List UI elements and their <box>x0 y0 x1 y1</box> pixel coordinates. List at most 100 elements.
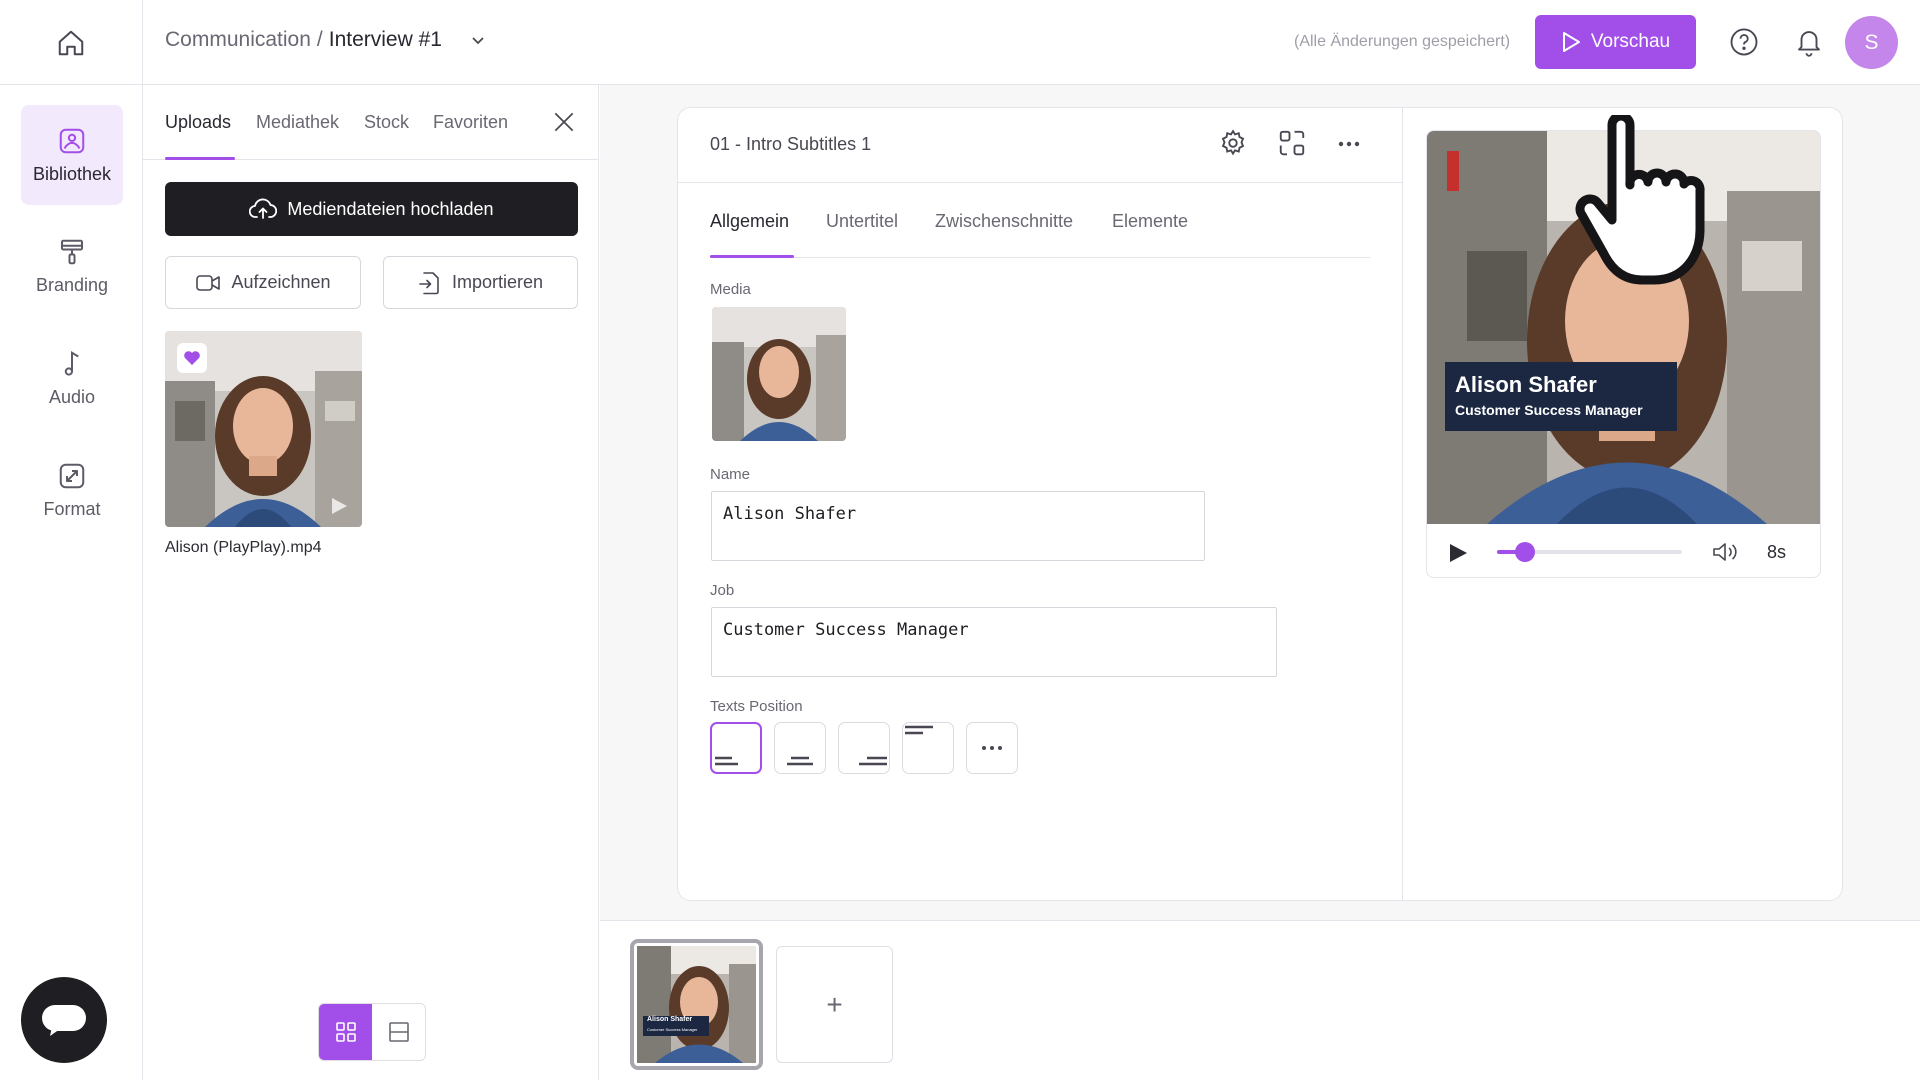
favorite-badge[interactable] <box>177 343 207 373</box>
heart-icon <box>183 350 201 366</box>
position-top-left-button[interactable] <box>902 722 954 774</box>
grid-icon <box>335 1021 357 1043</box>
bell-icon[interactable] <box>1794 27 1824 57</box>
breadcrumb: Communication / Interview #1 <box>165 28 486 52</box>
tab-elemente[interactable]: Elemente <box>1112 211 1188 232</box>
home-button[interactable] <box>0 0 143 85</box>
nav-item-audio[interactable]: Audio <box>21 328 123 428</box>
library-panel: Uploads Mediathek Stock Favoriten Medien… <box>143 85 599 1080</box>
tab-zwischenschnitte[interactable]: Zwischenschnitte <box>935 211 1073 232</box>
chat-icon <box>42 1003 86 1037</box>
position-bottom-left-button[interactable] <box>710 722 762 774</box>
record-label: Aufzeichnen <box>231 272 331 292</box>
lower-third-overlay: Alison Shafer Customer Success Manager <box>1445 362 1677 431</box>
paint-roller-icon <box>57 237 87 267</box>
name-input[interactable]: Alison Shafer <box>711 491 1205 561</box>
breadcrumb-separator: / <box>316 28 323 51</box>
nav-item-format[interactable]: Format <box>21 440 123 540</box>
gear-icon[interactable] <box>1218 128 1248 158</box>
media-item[interactable] <box>165 331 362 527</box>
player-controls: 8s <box>1427 524 1820 577</box>
import-label: Importieren <box>451 272 544 292</box>
music-note-icon <box>57 349 87 379</box>
media-label: Media <box>710 281 751 298</box>
import-file-icon <box>418 270 442 296</box>
top-bar: Communication / Interview #1 (Alle Änder… <box>0 0 1920 85</box>
upload-media-button[interactable]: Mediendateien hochladen <box>165 182 578 236</box>
preview-button[interactable]: Vorschau <box>1535 15 1696 69</box>
image-icon <box>57 126 87 156</box>
tab-allgemein[interactable]: Allgemein <box>710 211 789 232</box>
align-bottom-right-icon <box>859 756 887 766</box>
breadcrumb-current[interactable]: Interview #1 <box>329 28 442 52</box>
tab-untertitel[interactable]: Untertitel <box>826 211 898 232</box>
nav-label: Branding <box>35 274 109 295</box>
list-view-button[interactable] <box>372 1004 425 1060</box>
scene-timeline: Alison Shafer Customer Success Manager + <box>600 920 1920 1080</box>
upload-label: Mediendateien hochladen <box>287 198 494 219</box>
save-status: (Alle Änderungen gespeichert) <box>1294 33 1511 50</box>
more-dots-icon <box>982 746 1002 750</box>
nav-label: Audio <box>48 386 96 407</box>
job-input[interactable]: Customer Success Manager <box>711 607 1277 677</box>
overlay-job: Customer Success Manager <box>1455 402 1643 418</box>
play-icon <box>329 496 349 516</box>
help-icon[interactable] <box>1729 27 1759 57</box>
play-icon[interactable] <box>1447 542 1469 564</box>
nav-label: Bibliothek <box>32 163 112 184</box>
overlay-name: Alison Shafer <box>1455 372 1597 397</box>
preview-label: Vorschau <box>1590 31 1671 52</box>
align-bottom-left-icon <box>715 756 738 766</box>
seek-bar[interactable] <box>1497 542 1682 562</box>
position-bottom-right-button[interactable] <box>838 722 890 774</box>
align-bottom-center-icon <box>787 756 813 766</box>
chevron-down-icon[interactable] <box>470 32 486 48</box>
layout-icon[interactable] <box>1277 128 1307 158</box>
video-duration: 8s <box>1767 542 1787 562</box>
close-icon[interactable] <box>551 109 577 135</box>
align-top-left-icon <box>905 725 933 735</box>
hand-pointer-icon <box>1572 115 1712 290</box>
breadcrumb-parent[interactable]: Communication <box>165 28 311 52</box>
add-scene-button[interactable]: + <box>776 946 893 1063</box>
scene-media-thumbnail[interactable] <box>712 307 846 441</box>
active-tab-indicator <box>165 157 235 160</box>
position-more-button[interactable] <box>966 722 1018 774</box>
job-label: Job <box>710 582 735 599</box>
editor-divider <box>1402 108 1403 900</box>
more-options-icon[interactable] <box>1336 134 1362 154</box>
volume-icon[interactable] <box>1712 541 1740 563</box>
tab-stock[interactable]: Stock <box>364 112 409 133</box>
import-button[interactable]: Importieren <box>383 256 578 309</box>
left-navigation: Bibliothek Branding Audio Format <box>0 85 143 1080</box>
media-filename: Alison (PlayPlay).mp4 <box>165 539 322 556</box>
active-tab-indicator <box>710 255 794 258</box>
scene-thumbnail-image <box>637 946 756 1063</box>
grid-view-button[interactable] <box>319 1004 372 1060</box>
scene-thumbnail[interactable]: Alison Shafer Customer Success Manager <box>630 939 763 1070</box>
record-button[interactable]: Aufzeichnen <box>165 256 361 309</box>
seek-handle[interactable] <box>1514 542 1535 562</box>
media-thumbnail-image <box>712 307 846 441</box>
list-icon <box>388 1021 410 1043</box>
tab-divider <box>710 257 1370 258</box>
tab-favoriten[interactable]: Favoriten <box>433 112 508 133</box>
editor-header: 01 - Intro Subtitles 1 <box>678 108 1402 183</box>
avatar[interactable]: S <box>1845 16 1898 69</box>
video-camera-icon <box>195 272 221 294</box>
position-bottom-center-button[interactable] <box>774 722 826 774</box>
tab-mediathek[interactable]: Mediathek <box>256 112 339 133</box>
play-outline-icon <box>1561 31 1581 53</box>
thumb-overlay-name: Alison Shafer <box>647 1016 693 1023</box>
thumb-overlay-job: Customer Success Manager <box>647 1027 698 1032</box>
tab-uploads[interactable]: Uploads <box>165 112 231 133</box>
nav-item-bibliothek[interactable]: Bibliothek <box>21 105 123 205</box>
chat-support-button[interactable] <box>21 977 107 1063</box>
nav-label: Format <box>43 498 101 519</box>
name-label: Name <box>710 466 751 483</box>
cloud-upload-icon <box>249 198 278 220</box>
texts-position-label: Texts Position <box>710 698 803 715</box>
home-icon <box>56 28 86 58</box>
scene-title[interactable]: 01 - Intro Subtitles 1 <box>710 134 871 155</box>
nav-item-branding[interactable]: Branding <box>21 216 123 316</box>
